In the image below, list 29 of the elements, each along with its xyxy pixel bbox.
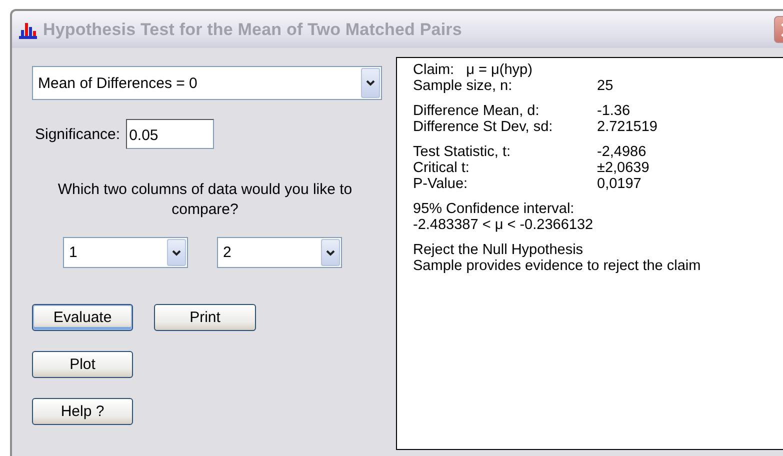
result-value: 0,0197 (597, 176, 642, 192)
result-value: -2,4986 (597, 144, 646, 160)
action-button[interactable]: Help ? (32, 398, 133, 425)
result-text: Reject the Null Hypothesis (413, 242, 584, 258)
significance-label: Significance: (35, 126, 120, 142)
result-text: 95% Confidence interval: (413, 201, 574, 217)
result-value: -1.36 (597, 103, 630, 119)
window-title: Hypothesis Test for the Mean of Two Matched Pairs (43, 20, 463, 40)
significance-field[interactable]: 0.05 (126, 119, 214, 149)
result-label: Critical t: (413, 160, 470, 176)
result-text: Claim: μ = μ(hyp) (413, 62, 532, 78)
result-value: 25 (597, 78, 614, 94)
result-text: Sample provides evidence to reject the claim (413, 258, 701, 274)
column-dropdown[interactable]: 1 (63, 237, 188, 268)
result-label: P-Value: (413, 176, 469, 192)
action-button[interactable]: Evaluate (32, 304, 133, 331)
action-button[interactable]: Plot (32, 351, 133, 378)
result-value: ±2,0639 (597, 160, 650, 176)
result-label: Sample size, n: (413, 78, 514, 94)
result-text: -2.483387 < μ < -0.2366132 (413, 217, 594, 233)
bar-chart-icon (18, 20, 38, 38)
result-label: Difference St Dev, sd: (413, 119, 554, 135)
test-type-dropdown[interactable]: Mean of Differences = 0 (32, 66, 382, 100)
result-value: 2.721519 (597, 119, 658, 135)
result-label: Test Statistic, t: (413, 144, 512, 160)
action-button[interactable]: Print (154, 304, 256, 331)
result-label: Difference Mean, d: (413, 103, 540, 119)
column-dropdown[interactable]: 2 (217, 237, 342, 268)
columns-prompt: Which two columns of data would you like to compare? (56, 180, 354, 220)
